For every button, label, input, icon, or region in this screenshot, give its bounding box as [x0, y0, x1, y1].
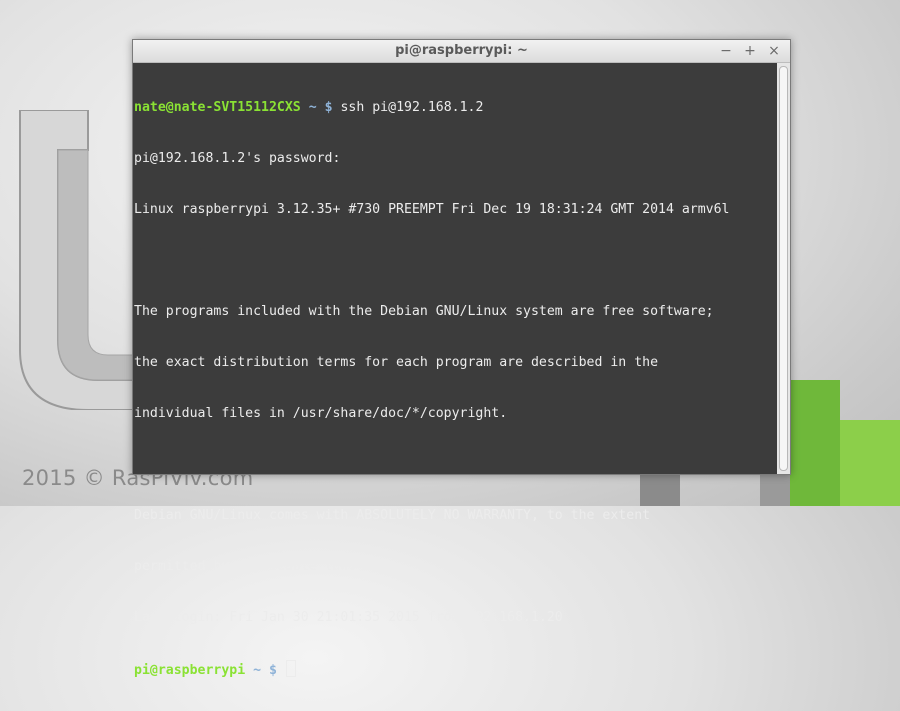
minimize-icon[interactable]: −	[720, 42, 732, 60]
text-cursor	[285, 660, 296, 677]
maximize-icon[interactable]: +	[744, 42, 756, 60]
prompt-user: pi@raspberrypi	[134, 663, 246, 678]
window-title: pi@raspberrypi: ~	[395, 43, 528, 58]
terminal-line: individual files in /usr/share/doc/*/cop…	[134, 406, 508, 421]
window-controls: − + ×	[720, 42, 780, 60]
terminal-line: pi@raspberrypi ~ $	[134, 660, 777, 678]
terminal-line: nate@nate-SVT15112CXS ~ $ ssh pi@192.168…	[134, 99, 777, 116]
terminal-line: the exact distribution terms for each pr…	[134, 355, 659, 370]
prompt-symbol: $	[324, 100, 333, 115]
command-text: ssh pi@192.168.1.2	[332, 100, 484, 115]
terminal-line: Linux raspberrypi 3.12.35+ #730 PREEMPT …	[134, 202, 730, 217]
prompt-path: ~	[253, 663, 262, 678]
terminal-window[interactable]: pi@raspberrypi: ~ − + × nate@nate-SVT151…	[132, 39, 791, 678]
terminal-line: permitted by applicable law.	[134, 559, 357, 574]
terminal-line: pi@192.168.1.2's password:	[134, 151, 341, 166]
terminal-line: The programs included with the Debian GN…	[134, 304, 714, 319]
prompt-user: nate@nate-SVT15112CXS	[134, 100, 301, 115]
command-text	[277, 663, 285, 678]
terminal-line: Last login: Fri Jan 30 21:01:35 2015 fro…	[134, 610, 563, 625]
prompt-path: ~	[308, 100, 317, 115]
scrollbar-thumb[interactable]	[779, 66, 788, 471]
terminal-output[interactable]: nate@nate-SVT15112CXS ~ $ ssh pi@192.168…	[134, 63, 777, 678]
terminal-scrollbar[interactable]	[777, 63, 790, 474]
prompt-symbol: $	[269, 663, 277, 678]
terminal-line: Debian GNU/Linux comes with ABSOLUTELY N…	[134, 508, 651, 523]
mint-logo-background	[19, 110, 137, 410]
close-icon[interactable]: ×	[768, 42, 780, 60]
window-titlebar[interactable]: pi@raspberrypi: ~ − + ×	[133, 40, 790, 63]
